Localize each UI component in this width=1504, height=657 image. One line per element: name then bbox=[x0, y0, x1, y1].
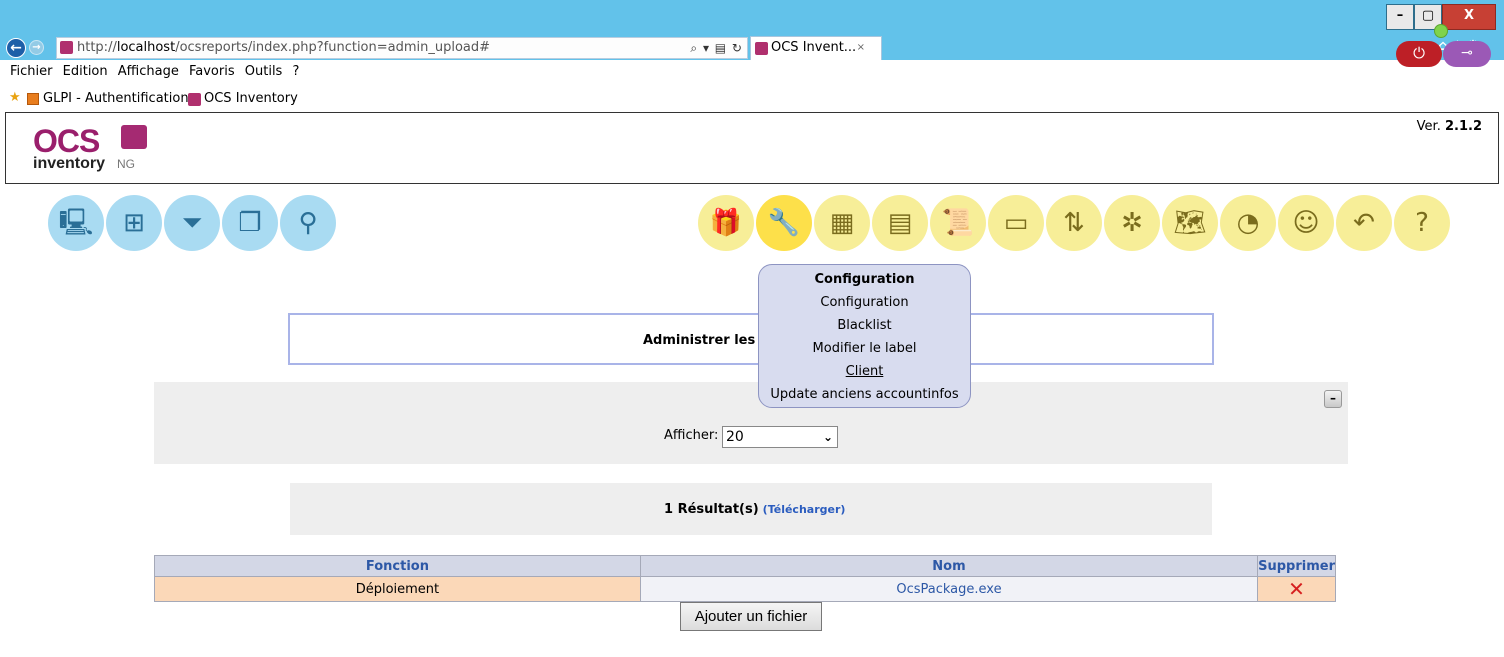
forward-button[interactable]: → bbox=[29, 40, 44, 55]
afficher-select[interactable]: 20 ⌄ bbox=[722, 426, 838, 448]
site-favicon-icon bbox=[60, 41, 73, 54]
computers-icon[interactable]: 🖳 bbox=[48, 195, 104, 251]
delete-icon[interactable]: ✕ bbox=[1257, 576, 1336, 602]
cell-nom[interactable]: OcsPackage.exe bbox=[639, 576, 1259, 602]
logo-ocs-text: OCS bbox=[33, 123, 100, 159]
column-header-nom[interactable]: Nom bbox=[639, 555, 1259, 577]
url-host: localhost bbox=[116, 40, 176, 55]
address-tools[interactable]: ⌕ ▾ ▤ ↻ bbox=[690, 38, 743, 58]
sort-icon[interactable]: ⇅ bbox=[1046, 195, 1102, 251]
files-table: Fonction Nom Supprimer Déploiement OcsPa… bbox=[154, 555, 1336, 602]
afficher-label: Afficher: bbox=[664, 428, 719, 443]
results-count: 1 Résultat(s) (Télécharger) bbox=[664, 502, 846, 517]
menu-favoris[interactable]: Favoris bbox=[189, 60, 235, 84]
version-label: Ver. 2.1.2 bbox=[1416, 119, 1482, 134]
return-icon[interactable]: ↶ bbox=[1336, 195, 1392, 251]
logout-button[interactable]: ⏻ bbox=[1396, 41, 1442, 67]
logo-box-icon bbox=[121, 125, 147, 149]
page-title-box: Administrer les bbox=[288, 313, 1214, 365]
help-icon[interactable]: ? bbox=[1394, 195, 1450, 251]
package-icon[interactable]: 🎁 bbox=[698, 195, 754, 251]
browser-tab[interactable]: OCS Invent... × bbox=[750, 36, 882, 60]
config-menu-item-modifier-label[interactable]: Modifier le label bbox=[759, 337, 970, 360]
config-menu-item-update-accountinfos[interactable]: Update anciens accountinfos bbox=[759, 383, 970, 406]
favorite-ocs[interactable]: OCS Inventory bbox=[204, 86, 298, 112]
favorites-star-icon[interactable]: ★ bbox=[9, 91, 21, 105]
config-menu-item-blacklist[interactable]: Blacklist bbox=[759, 314, 970, 337]
menu-affichage[interactable]: Affichage bbox=[118, 60, 179, 84]
user-icon[interactable]: ☺ bbox=[1278, 195, 1334, 251]
favorites-bar: ★ GLPI - Authentification OCS Inventory bbox=[0, 86, 1504, 112]
menu-help[interactable]: ? bbox=[292, 60, 299, 84]
menu-edition[interactable]: Edition bbox=[63, 60, 108, 84]
logo-ng-text: NG bbox=[117, 157, 135, 171]
favorite-glpi[interactable]: GLPI - Authentification bbox=[43, 86, 189, 112]
collapse-button[interactable]: – bbox=[1324, 390, 1342, 408]
version-number: 2.1.2 bbox=[1444, 119, 1482, 134]
menu-fichier[interactable]: Fichier bbox=[10, 60, 53, 84]
firewall-icon[interactable]: ▦ bbox=[814, 195, 870, 251]
url-path: /ocsreports/index.php?function=admin_upl… bbox=[175, 40, 491, 55]
config-menu-item-configuration[interactable]: Configuration bbox=[759, 291, 970, 314]
glpi-favicon-icon bbox=[27, 93, 39, 105]
wrench-icon[interactable]: 🔧 bbox=[756, 195, 812, 251]
column-header-supprimer[interactable]: Supprimer bbox=[1257, 555, 1336, 577]
close-window-button[interactable]: X bbox=[1442, 4, 1496, 30]
tab-close-icon[interactable]: × bbox=[857, 37, 865, 59]
configuration-menu: Configuration Configuration Blacklist Mo… bbox=[758, 264, 971, 408]
ocs-favicon-icon bbox=[188, 93, 201, 106]
tab-title: OCS Invent... bbox=[771, 40, 857, 55]
inventory-icon[interactable]: ▤ bbox=[872, 195, 928, 251]
download-link[interactable]: (Télécharger) bbox=[763, 503, 846, 516]
config-menu-item-client[interactable]: Client bbox=[759, 360, 970, 383]
filter-icon[interactable]: ⏷ bbox=[164, 195, 220, 251]
results-area: 1 Résultat(s) (Télécharger) bbox=[290, 483, 1212, 535]
map-icon[interactable]: 🗺 bbox=[1162, 195, 1218, 251]
ocs-header: OCS inventory NG Ver. 2.1.2 bbox=[5, 112, 1499, 184]
tab-favicon-icon bbox=[755, 42, 768, 55]
table-row: Déploiement OcsPackage.exe ✕ bbox=[154, 576, 1336, 602]
settings-icon[interactable]: ✲ bbox=[1104, 195, 1160, 251]
card-icon[interactable]: ▭ bbox=[988, 195, 1044, 251]
status-indicator-icon bbox=[1434, 24, 1448, 38]
groups-icon[interactable]: ❐ bbox=[222, 195, 278, 251]
scroll-icon[interactable]: 📜 bbox=[930, 195, 986, 251]
chart-icon[interactable]: ◔ bbox=[1220, 195, 1276, 251]
browser-titlebar: – ▢ X ← → http://localhost/ocsreports/in… bbox=[0, 0, 1504, 60]
ocs-logo[interactable]: OCS inventory NG bbox=[33, 125, 153, 173]
add-file-button[interactable]: Ajouter un fichier bbox=[680, 602, 822, 631]
network-icon[interactable]: ⊞ bbox=[106, 195, 162, 251]
chevron-down-icon: ⌄ bbox=[822, 430, 833, 444]
menu-bar: Fichier Edition Affichage Favoris Outils… bbox=[0, 60, 1504, 86]
minimize-button[interactable]: – bbox=[1386, 4, 1414, 30]
afficher-value: 20 bbox=[726, 429, 744, 445]
cell-fonction: Déploiement bbox=[154, 576, 641, 602]
address-bar[interactable]: http://localhost/ocsreports/index.php?fu… bbox=[56, 37, 748, 59]
column-header-fonction[interactable]: Fonction bbox=[154, 555, 641, 577]
key-button[interactable]: ⊸ bbox=[1443, 41, 1491, 67]
filter-area: – Afficher: 20 ⌄ bbox=[154, 382, 1348, 464]
back-button[interactable]: ← bbox=[6, 38, 26, 58]
url-prefix: http:// bbox=[77, 40, 117, 55]
search-icon[interactable]: ⚲ bbox=[280, 195, 336, 251]
config-menu-title: Configuration bbox=[814, 272, 915, 287]
page-title: Administrer les bbox=[643, 333, 756, 348]
table-header-row: Fonction Nom Supprimer bbox=[154, 555, 1336, 577]
menu-outils[interactable]: Outils bbox=[245, 60, 283, 84]
logo-inventory-text: inventory bbox=[33, 155, 106, 172]
